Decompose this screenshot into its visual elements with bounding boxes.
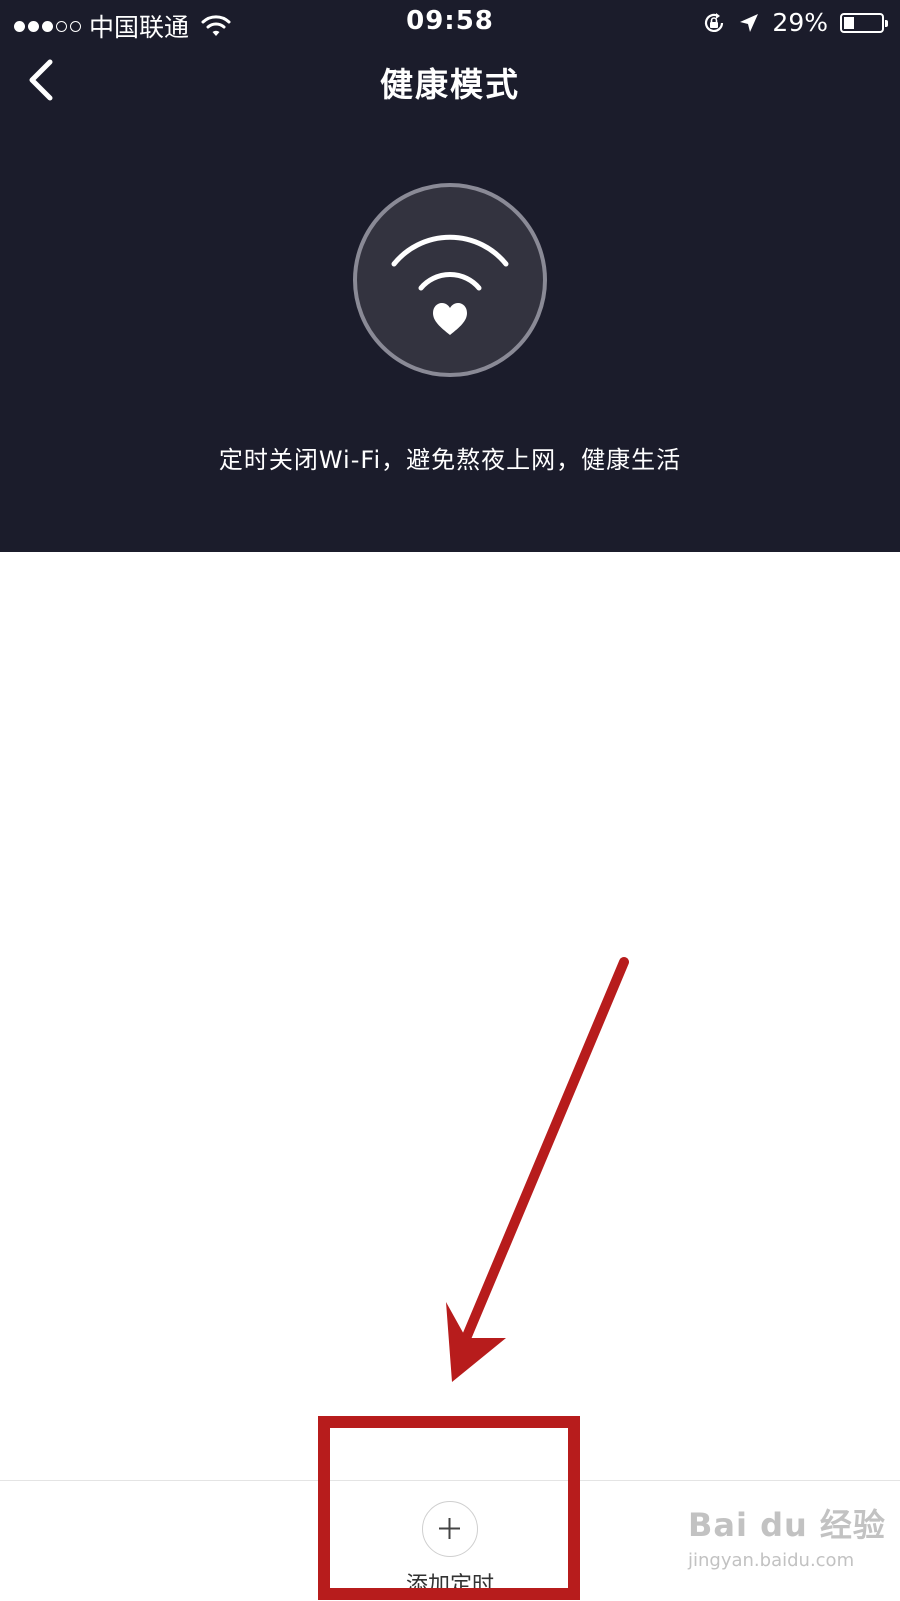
red-arrow	[446, 957, 629, 1382]
page-title: 健康模式	[380, 65, 520, 104]
plus-glyph	[439, 1518, 460, 1539]
wifi-heart-icon	[391, 234, 509, 335]
watermark-brand: Bai du 经验	[688, 1506, 886, 1544]
battery-percent: 29%	[772, 8, 828, 37]
status-bar: 中国联通 09:58 29%	[0, 0, 900, 46]
battery-fill	[844, 16, 855, 29]
nav-bar: 健康模式	[0, 46, 900, 116]
header-panel: 中国联通 09:58 29% 健康模式 定时关闭Wi-Fi，避免熬夜上网，健康生…	[0, 0, 900, 552]
location-arrow-icon	[740, 13, 759, 32]
baidu-watermark: Bai du 经验 jingyan.baidu.com	[688, 1500, 888, 1590]
health-mode-description: 定时关闭Wi-Fi，避免熬夜上网，健康生活	[218, 446, 682, 474]
add-timer-button[interactable]: 添加定时	[390, 1495, 510, 1599]
status-right: 29%	[702, 8, 888, 37]
watermark-url: jingyan.baidu.com	[688, 1550, 855, 1571]
health-mode-badge	[353, 183, 547, 377]
rotation-lock-icon	[705, 12, 724, 32]
plus-icon	[422, 1501, 478, 1557]
battery-icon	[840, 12, 888, 33]
add-timer-label: 添加定时	[405, 1573, 494, 1598]
